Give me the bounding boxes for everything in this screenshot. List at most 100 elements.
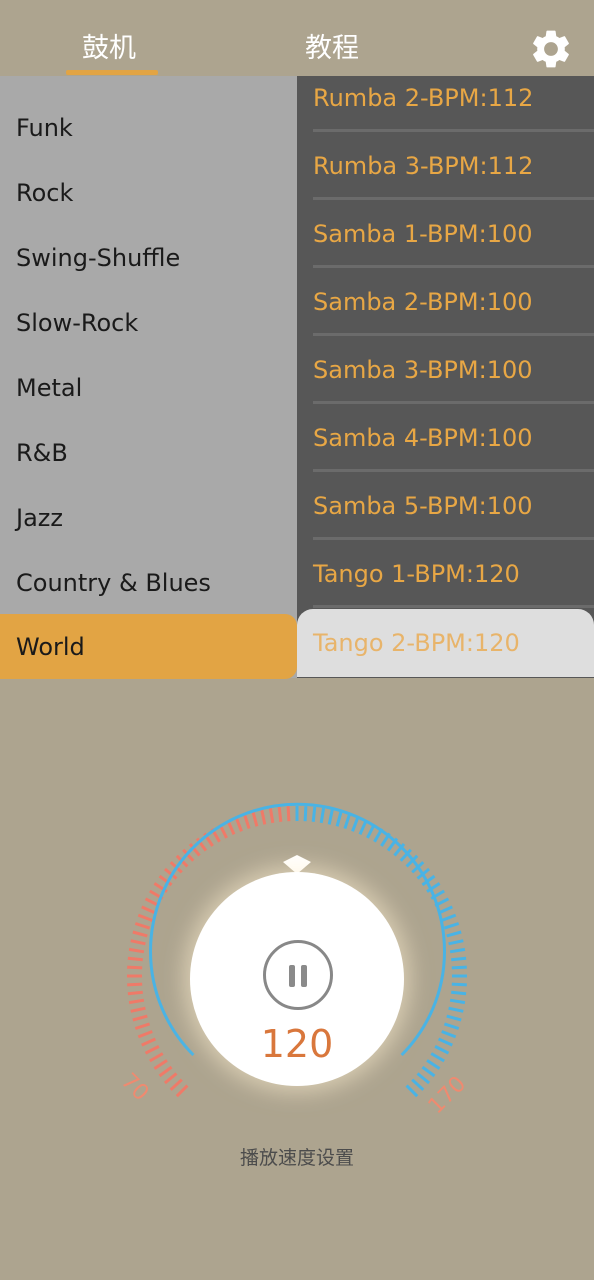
category-item[interactable]: Metal [0,355,297,420]
tempo-tick [451,990,467,996]
tempo-tick [358,820,368,836]
rhythm-label: Tango 1-BPM:120 [313,560,520,588]
tempo-tick [430,1052,445,1063]
active-tab-indicator [66,70,158,75]
tempo-tick [134,1022,151,1030]
tempo-tick [175,1084,189,1098]
tempo-tick [451,956,467,962]
category-item[interactable]: Jazz [0,485,297,550]
rhythm-item[interactable]: Samba 2-BPM:100 [297,268,594,336]
tempo-tick [130,939,146,946]
tempo-tick [303,806,308,822]
tempo-tick [421,1065,436,1078]
tempo-tick [144,1045,160,1055]
tempo-tick [251,811,259,827]
tempo-tick [405,1084,419,1098]
category-item[interactable]: R&B [0,420,297,485]
rhythm-item[interactable]: Rumba 2-BPM:112 [297,76,594,132]
tempo-tick [411,1078,425,1091]
divider [313,605,594,608]
category-label: Country & Blues [16,568,211,597]
category-label: Metal [16,373,83,402]
rhythm-item[interactable]: Samba 5-BPM:100 [297,472,594,540]
category-item[interactable]: Slow-Rock [0,290,297,355]
tempo-tick [441,913,457,922]
tempo-tick [137,913,153,922]
rhythm-label: Samba 5-BPM:100 [313,492,533,520]
category-item-selected[interactable]: World [0,614,297,679]
rhythm-label: Samba 4-BPM:100 [313,424,533,452]
top-bar: 鼓机 教程 [0,0,594,76]
category-item[interactable]: Swing-Shuffle [0,225,297,290]
tempo-tick [416,1072,431,1085]
gear-icon[interactable] [528,26,574,72]
tempo-tick [268,807,275,824]
tempo-tick [234,816,243,832]
tempo-tick [319,807,326,824]
category-item[interactable]: Funk [0,95,297,160]
tempo-tick [137,1030,153,1039]
tab-drum-machine[interactable]: 鼓机 [82,26,136,65]
category-label: Rock [16,178,74,207]
category-item[interactable]: Rock [0,160,297,225]
tempo-tick [128,998,145,1005]
tempo-tick [243,813,251,830]
tempo-tick [132,930,148,938]
tempo-tick [158,1065,173,1078]
tempo-tick [153,1059,168,1070]
tempo-tick [434,1045,450,1055]
category-label: R&B [16,438,68,467]
tempo-max-label: 170 [424,1072,471,1119]
category-label: Jazz [16,503,63,532]
tempo-tick [277,806,283,822]
rhythm-item[interactable]: Samba 4-BPM:100 [297,404,594,472]
tempo-tick [127,982,143,987]
tempo-tick [141,905,157,915]
tempo-tick [451,982,467,987]
tempo-tick [443,922,460,930]
rhythm-label: Rumba 2-BPM:112 [313,84,534,112]
rhythm-item[interactable]: Rumba 3-BPM:112 [297,132,594,200]
tempo-tick [335,811,343,827]
tempo-tick [132,1014,148,1022]
rhythm-item[interactable]: Samba 1-BPM:100 [297,200,594,268]
category-label: Funk [16,113,73,142]
tempo-tick [437,1037,453,1047]
category-item[interactable]: Country & Blues [0,550,297,615]
tempo-tick [327,809,334,825]
category-label: World [16,632,85,661]
rhythm-list[interactable]: Rumba 2-BPM:112 Rumba 3-BPM:112 Samba 1-… [297,76,594,678]
rhythm-item[interactable]: Samba 3-BPM:100 [297,336,594,404]
tempo-tick [127,956,143,962]
rhythm-label: Samba 3-BPM:100 [313,356,533,384]
tempo-tick [449,998,466,1005]
rhythm-item[interactable]: Tango 1-BPM:120 [297,540,594,608]
tempo-tick [343,813,351,830]
tempo-tick [134,922,151,930]
rhythm-item-selected[interactable]: Tango 2-BPM:120 [297,609,594,677]
rhythm-label: Rumba 3-BPM:112 [313,152,534,180]
tempo-tick [448,1006,464,1013]
tempo-tick [311,806,317,822]
tempo-tick [260,809,267,825]
tempo-tick [286,806,291,822]
tempo-caption: 播放速度设置 [239,1147,354,1169]
bpm-value: 120 [260,1022,334,1066]
tab-tutorial[interactable]: 教程 [305,26,359,65]
tempo-tick [451,965,467,970]
tempo-tick [351,816,360,832]
tempo-tick [141,1037,157,1047]
tempo-tick [443,1022,460,1030]
tempo-min-label: 70 [116,1069,153,1106]
rhythm-label: Tango 2-BPM:120 [313,629,520,657]
tempo-tick [446,930,462,938]
rhythm-label: Samba 2-BPM:100 [313,288,533,316]
pause-icon[interactable] [263,940,333,1010]
rhythm-label: Samba 1-BPM:100 [313,220,533,248]
tempo-tick [446,1014,462,1022]
tempo-tick [441,1030,457,1039]
tempo-tick [127,965,143,970]
tempo-tick [169,1078,183,1091]
tempo-tick [127,990,143,996]
tempo-tick [426,1059,441,1070]
